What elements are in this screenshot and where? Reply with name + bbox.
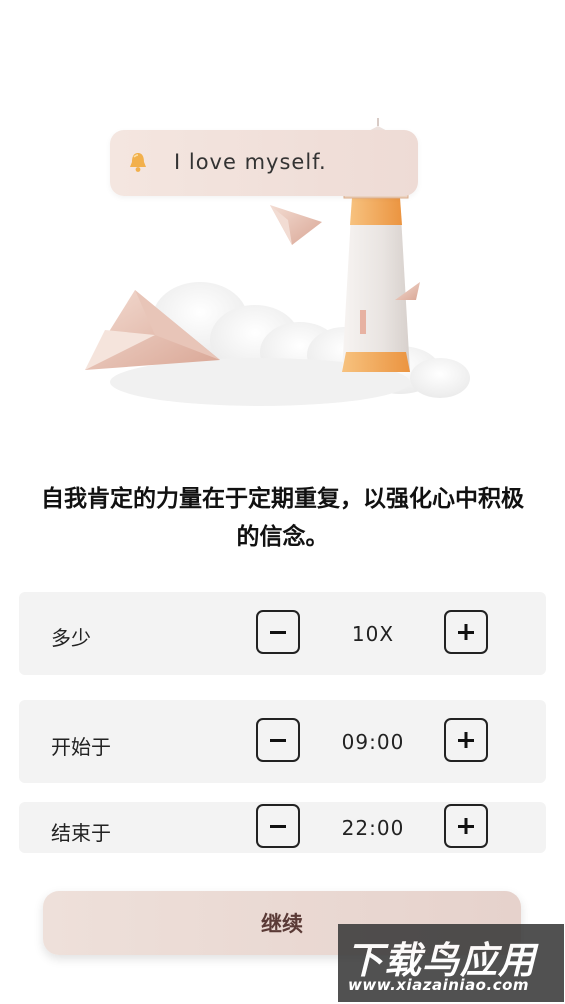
count-decrement-button[interactable] [256,610,300,654]
affirmation-text: I love myself. [174,150,327,174]
end-time-label: 结束于 [51,821,111,845]
minus-icon [270,825,286,828]
quote-bubble: I love myself. [110,130,418,196]
paper-plane-small [270,205,322,245]
headline-line-1: 自我肯定的力量在于定期重复，以强化心中积极 [41,486,524,512]
end-time-decrement-button[interactable] [256,804,300,848]
count-increment-button[interactable] [444,610,488,654]
end-time-value: 22:00 [341,816,405,840]
start-time-increment-button[interactable] [444,718,488,762]
count-label: 多少 [51,626,91,650]
count-setting-row: 多少 10X [19,592,546,675]
end-time-setting-row: 结束于 22:00 [19,802,546,853]
lighthouse-illustration [85,118,470,406]
watermark-url: www.xiazainiao.com [348,976,530,994]
headline-line-2: 的信念。 [236,524,329,550]
minus-icon [270,739,286,742]
start-time-setting-row: 开始于 09:00 [19,700,546,783]
page-headline: 自我肯定的力量在于定期重复，以强化心中积极 的信念。 [0,480,565,556]
start-time-label: 开始于 [51,735,111,759]
watermark-logo: 下载鸟应用 www.xiazainiao.com [338,924,564,1002]
plus-icon [458,818,474,834]
plus-icon [458,624,474,640]
end-time-increment-button[interactable] [444,804,488,848]
bell-icon [130,153,146,172]
minus-icon [270,631,286,634]
start-time-decrement-button[interactable] [256,718,300,762]
plus-icon [458,732,474,748]
start-time-value: 09:00 [341,730,405,754]
count-value: 10X [351,622,395,646]
